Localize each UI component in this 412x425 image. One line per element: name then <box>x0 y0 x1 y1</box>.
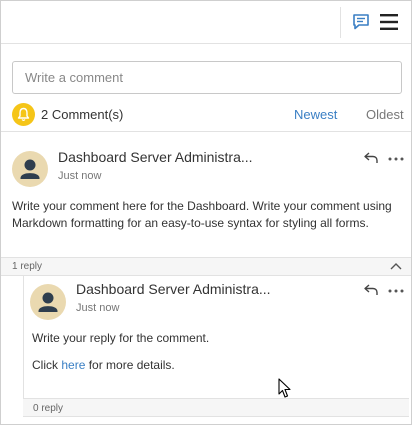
comment-author: Dashboard Server Administra... <box>58 149 253 165</box>
avatar <box>12 151 48 187</box>
reply-text-suffix: for more details. <box>88 358 175 372</box>
comment-text: Write your comment here for the Dashboar… <box>12 199 392 230</box>
comment-summary-row: 2 Comment(s) Newest Oldest <box>1 102 411 132</box>
notification-bell-icon[interactable] <box>12 103 35 126</box>
reply-text-line: Write your reply for the comment. <box>32 331 210 345</box>
user-icon <box>20 159 40 179</box>
panel-toolbar <box>1 1 411 44</box>
more-options-icon[interactable] <box>388 157 404 161</box>
reply-timestamp: Just now <box>76 302 120 314</box>
hamburger-menu-icon[interactable] <box>379 13 399 31</box>
details-link[interactable]: here <box>61 358 85 372</box>
sort-oldest-button[interactable]: Oldest <box>366 107 404 122</box>
reply-arrow-icon[interactable] <box>364 284 378 296</box>
reply-arrow-icon[interactable] <box>364 152 378 164</box>
chevron-up-icon[interactable] <box>390 262 402 270</box>
reply-count: 0 reply <box>33 403 64 414</box>
reply-footer-bar: 0 reply <box>23 398 409 417</box>
chat-bubble-icon[interactable] <box>352 13 370 31</box>
user-icon <box>38 292 58 312</box>
avatar <box>30 284 66 320</box>
replies-toggle-bar[interactable]: 1 reply <box>1 257 411 276</box>
more-options-icon[interactable] <box>388 289 404 293</box>
sort-newest-button[interactable]: Newest <box>294 107 337 122</box>
comments-panel: 2 Comment(s) Newest Oldest Dashboard Ser… <box>0 0 412 425</box>
mouse-pointer-icon <box>278 378 291 398</box>
reply-text-prefix: Click <box>32 358 58 372</box>
reply-author: Dashboard Server Administra... <box>76 281 271 297</box>
reply-text-line: Click here for more details. <box>32 357 392 374</box>
comment-count: 2 Comment(s) <box>41 107 124 122</box>
comment-timestamp: Just now <box>58 170 102 182</box>
reply-count: 1 reply <box>12 261 43 272</box>
comment-input[interactable] <box>12 61 402 94</box>
toolbar-divider <box>340 7 341 38</box>
